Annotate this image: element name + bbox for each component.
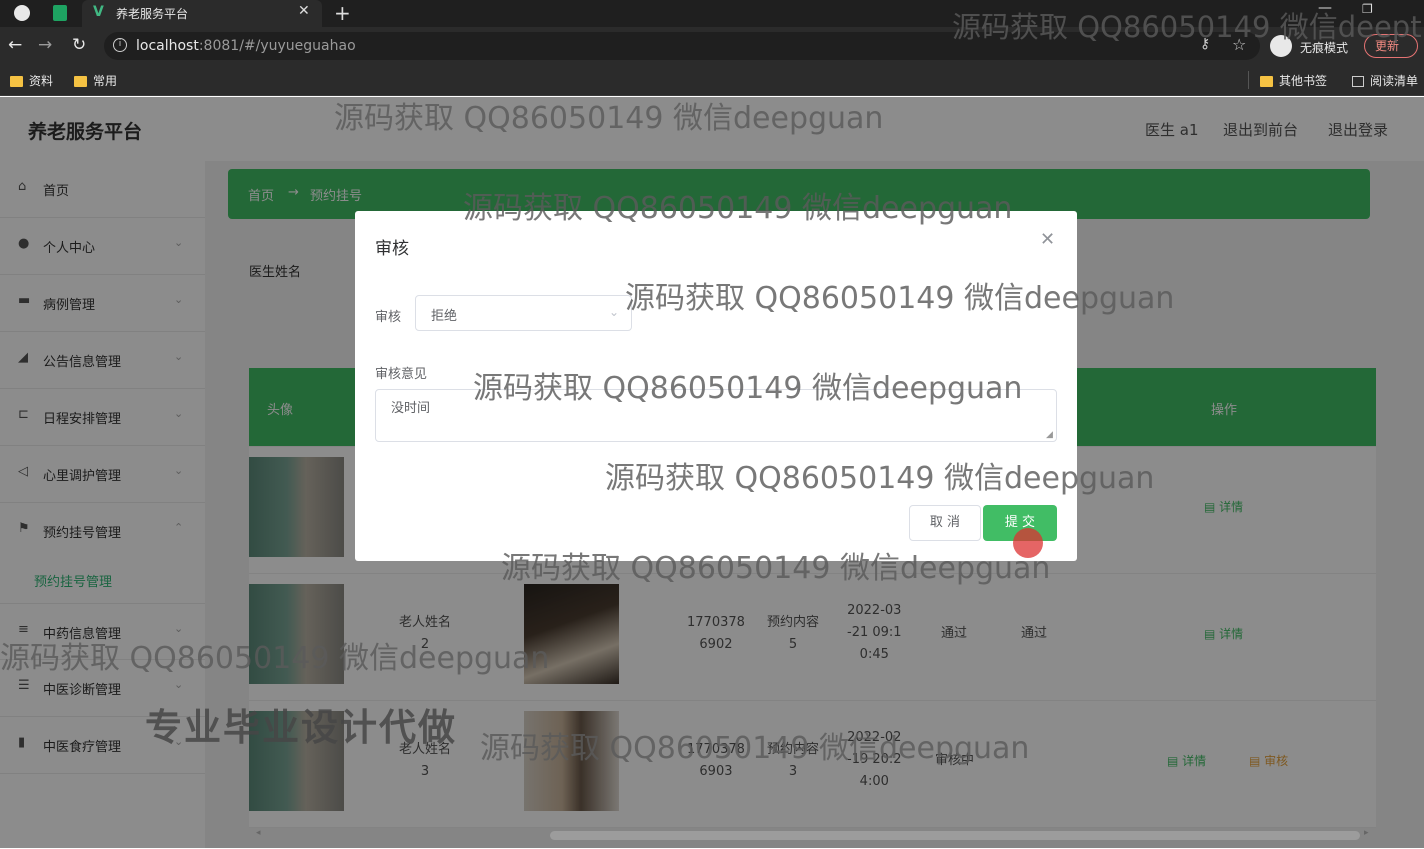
- reading-list-icon: [1352, 76, 1364, 87]
- scrollbar-thumb[interactable]: [550, 831, 1360, 840]
- watermark: 源码获取 QQ86050149 微信deept: [952, 10, 1422, 44]
- url-text: localhost:8081/#/yuyueguahao: [136, 38, 356, 54]
- cancel-button[interactable]: 取 消: [909, 505, 981, 541]
- sheets-tab-icon[interactable]: [53, 5, 67, 21]
- divider: [1248, 71, 1249, 89]
- folder-icon: [74, 76, 87, 87]
- profile-icon[interactable]: [14, 5, 30, 21]
- close-tab-icon[interactable]: ✕: [298, 3, 310, 19]
- new-tab-icon[interactable]: +: [334, 1, 351, 25]
- watermark: 源码获取 QQ86050149 微信deepguan: [463, 191, 1013, 226]
- watermark: 源码获取 QQ86050149 微信deepguan: [480, 731, 1030, 766]
- back-icon[interactable]: ←: [8, 35, 22, 55]
- bookmarks-bar: 资料 常用 其他书签 阅读清单: [0, 65, 1424, 96]
- opinion-label: 审核意见: [375, 367, 428, 382]
- resize-handle-icon[interactable]: ◢: [1046, 430, 1053, 440]
- scroll-left-icon[interactable]: ◂: [256, 828, 261, 838]
- vue-logo-icon: V: [93, 4, 104, 20]
- watermark: 源码获取 QQ86050149 微信deepguan: [501, 551, 1051, 586]
- review-select-value: 拒绝: [431, 309, 458, 324]
- opinion-value: 没时间: [391, 401, 431, 416]
- ad-watermark: 专业毕业设计代做: [145, 706, 457, 749]
- chevron-down-icon: ⌄: [609, 305, 620, 319]
- folder-icon: [1260, 76, 1273, 87]
- horizontal-scrollbar[interactable]: ◂ ▸: [250, 828, 1370, 842]
- review-label: 审核: [375, 310, 402, 325]
- bookmark-changyong[interactable]: 常用: [74, 72, 117, 89]
- other-bookmarks[interactable]: 其他书签: [1260, 72, 1327, 89]
- folder-icon: [10, 76, 23, 87]
- reading-list[interactable]: 阅读清单: [1352, 72, 1418, 89]
- watermark: 源码获取 QQ86050149 微信deepguan: [473, 371, 1023, 406]
- active-tab[interactable]: V 养老服务平台 ✕: [82, 0, 322, 27]
- watermark: 源码获取 QQ86050149 微信deepguan: [0, 641, 550, 676]
- watermark: 源码获取 QQ86050149 微信deepguan: [334, 101, 884, 136]
- tab-title: 养老服务平台: [116, 7, 189, 21]
- review-select[interactable]: 拒绝 ⌄: [415, 295, 632, 331]
- forward-icon[interactable]: →: [38, 35, 52, 55]
- scroll-right-icon[interactable]: ▸: [1364, 828, 1369, 838]
- dialog-title: 审核: [375, 239, 409, 259]
- watermark: 源码获取 QQ86050149 微信deepguan: [605, 461, 1155, 496]
- close-icon[interactable]: ✕: [1040, 229, 1055, 250]
- info-icon[interactable]: i: [113, 38, 127, 52]
- watermark: 源码获取 QQ86050149 微信deepguan: [625, 281, 1175, 316]
- reload-icon[interactable]: ↻: [72, 35, 86, 55]
- bookmark-ziliao[interactable]: 资料: [10, 72, 53, 89]
